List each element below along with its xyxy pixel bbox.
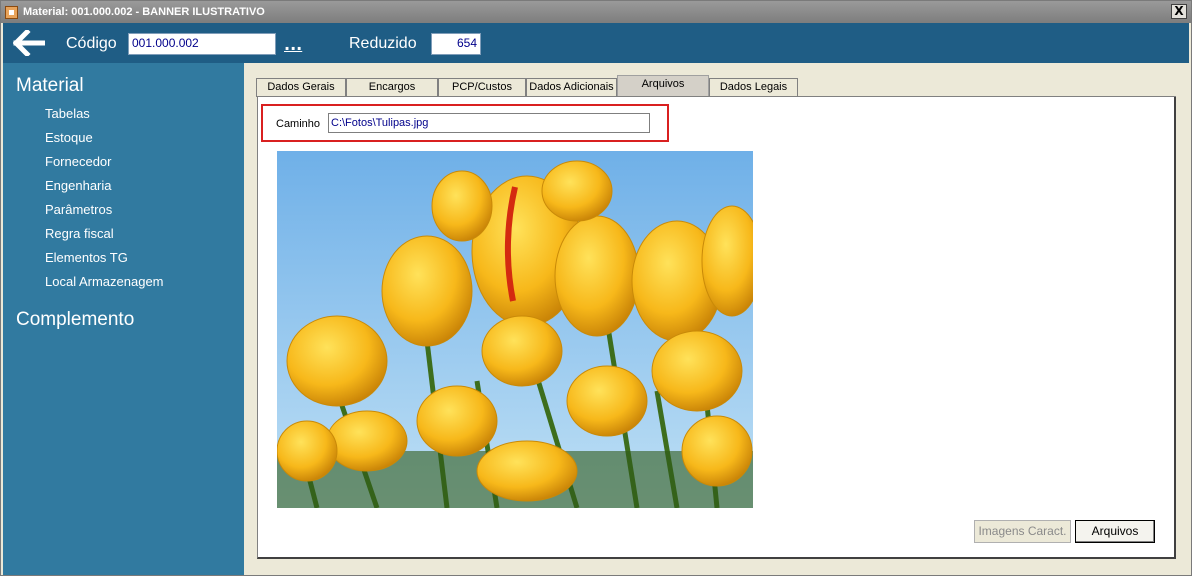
window-title: Material: 001.000.002 - BANNER ILUSTRATI… — [23, 6, 265, 18]
tab-dados-legais[interactable]: Dados Legais — [709, 78, 798, 97]
sidebar-item-regra-fiscal[interactable]: Regra fiscal — [45, 226, 114, 241]
reduzido-label: Reduzido — [349, 35, 417, 52]
tab-arquivos[interactable]: Arquivos — [617, 75, 709, 97]
caminho-field[interactable]: C:\Fotos\Tulipas.jpg — [328, 113, 650, 133]
title-bar: Material: 001.000.002 - BANNER ILUSTRATI… — [1, 1, 1191, 23]
tab-strip: Dados Gerais Encargos PCP/Custos Dados A… — [256, 75, 1176, 97]
codigo-field[interactable]: 001.000.002 — [128, 33, 276, 55]
imagens-caract-button[interactable]: Imagens Caract. — [974, 520, 1071, 543]
sidebar-section-complemento[interactable]: Complemento — [16, 309, 134, 331]
back-arrow-icon[interactable] — [12, 28, 46, 58]
sidebar-item-fornecedor[interactable]: Fornecedor — [45, 154, 111, 169]
sidebar-section-material[interactable]: Material — [16, 75, 84, 97]
close-button[interactable]: X — [1171, 4, 1187, 19]
sidebar: Material Tabelas Estoque Fornecedor Enge… — [3, 63, 244, 575]
tab-pcp-custos[interactable]: PCP/Custos — [438, 78, 526, 97]
sidebar-item-tabelas[interactable]: Tabelas — [45, 106, 90, 121]
reduzido-field[interactable]: 654 — [431, 33, 481, 55]
app-icon — [5, 5, 18, 19]
sidebar-item-parametros[interactable]: Parâmetros — [45, 202, 112, 217]
tulips-image — [277, 151, 753, 508]
top-toolbar: Código 001.000.002 ... Reduzido 654 — [3, 23, 1189, 63]
sidebar-item-local-armazenagem[interactable]: Local Armazenagem — [45, 274, 164, 289]
tab-dados-adicionais[interactable]: Dados Adicionais — [526, 78, 617, 97]
sidebar-item-elementos-tg[interactable]: Elementos TG — [45, 250, 128, 265]
codigo-label: Código — [66, 35, 117, 52]
material-window: Material: 001.000.002 - BANNER ILUSTRATI… — [0, 0, 1192, 576]
arquivos-button[interactable]: Arquivos — [1075, 520, 1155, 543]
main-content: Dados Gerais Encargos PCP/Custos Dados A… — [244, 63, 1189, 575]
tab-encargos[interactable]: Encargos — [346, 78, 438, 97]
sidebar-item-estoque[interactable]: Estoque — [45, 130, 93, 145]
tab-dados-gerais[interactable]: Dados Gerais — [256, 78, 346, 97]
sidebar-item-engenharia[interactable]: Engenharia — [45, 178, 112, 193]
codigo-lookup-button[interactable]: ... — [284, 35, 302, 54]
caminho-label: Caminho — [276, 118, 321, 130]
